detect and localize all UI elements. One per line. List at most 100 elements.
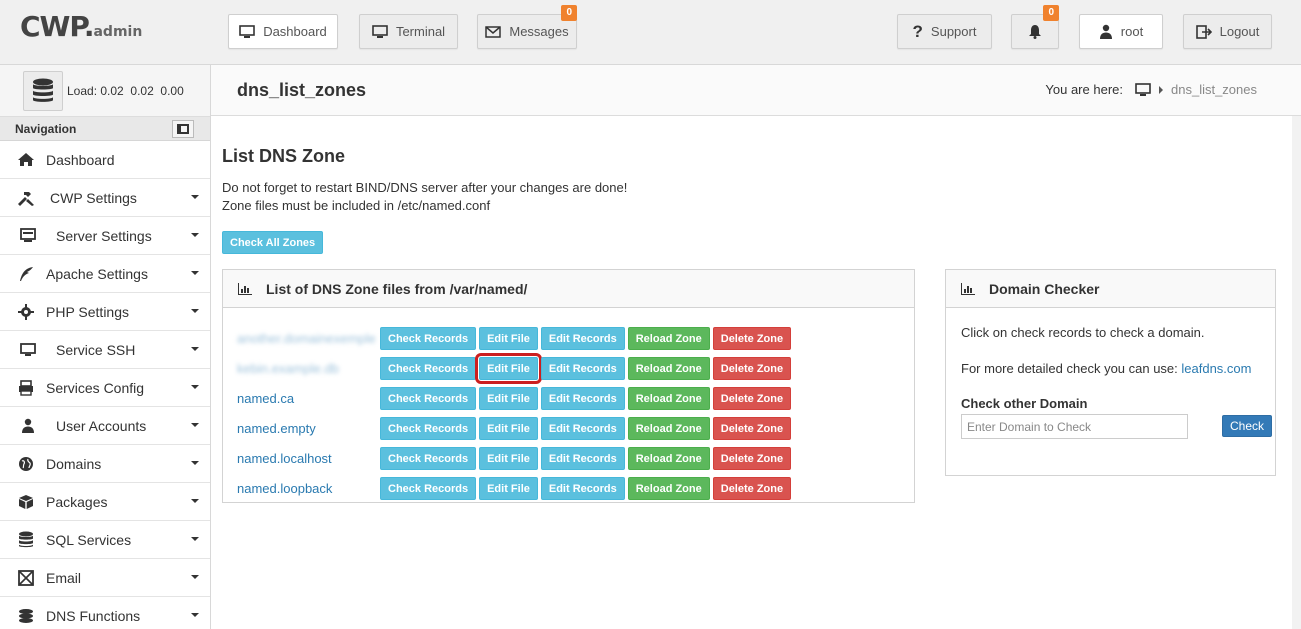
edit-records-button[interactable]: Edit Records: [540, 447, 625, 470]
delete-zone-button[interactable]: Delete Zone: [712, 477, 792, 500]
zone-name-link[interactable]: named.empty: [237, 421, 380, 436]
sidebar-item-label: CWP Settings: [50, 189, 137, 206]
edit-file-button[interactable]: Edit File: [479, 387, 538, 410]
check-records-button[interactable]: Check Records: [380, 327, 477, 350]
box-icon: [14, 494, 38, 510]
support-button[interactable]: ? Support: [897, 14, 992, 49]
chevron-down-icon: [191, 385, 199, 389]
chevron-down-icon: [191, 309, 199, 313]
zone-row: kebin.example.db Check Records Edit File…: [237, 353, 794, 384]
sidebar-item-dashboard[interactable]: Dashboard: [0, 141, 210, 179]
edit-records-button[interactable]: Edit Records: [540, 327, 625, 350]
sidebar-item-services-config[interactable]: Services Config: [0, 369, 210, 407]
terminal-button[interactable]: Terminal: [359, 14, 458, 49]
check-records-button[interactable]: Check Records: [380, 387, 477, 410]
home-icon: [14, 152, 38, 167]
chevron-down-icon: [191, 613, 199, 617]
check-records-button[interactable]: Check Records: [380, 357, 477, 380]
edit-file-button[interactable]: Edit File: [479, 447, 538, 470]
sidebar-item-domains[interactable]: Domains: [0, 445, 210, 483]
check-domain-button[interactable]: Check: [1222, 415, 1273, 437]
sidebar-item-apache-settings[interactable]: Apache Settings: [0, 255, 210, 293]
delete-zone-button[interactable]: Delete Zone: [712, 357, 792, 380]
sidebar-toggle-icon[interactable]: [172, 119, 194, 138]
reload-zone-button[interactable]: Reload Zone: [627, 477, 710, 500]
edit-file-button-highlighted[interactable]: Edit File: [475, 353, 542, 384]
logout-button[interactable]: Logout: [1183, 14, 1272, 49]
edit-records-button[interactable]: Edit Records: [540, 477, 625, 500]
check-domain-label: Check other Domain: [961, 396, 1088, 411]
breadcrumb-separator-icon: [1159, 85, 1163, 94]
delete-zone-button[interactable]: Delete Zone: [712, 417, 792, 440]
check-all-zones-button[interactable]: Check All Zones: [222, 231, 324, 254]
tools-icon: [14, 190, 38, 206]
sidebar-item-packages[interactable]: Packages: [0, 483, 210, 521]
edit-file-button[interactable]: Edit File: [479, 417, 538, 440]
sidebar-item-email[interactable]: Email: [0, 559, 210, 597]
database-icon: [14, 531, 38, 548]
zone-name-link[interactable]: kebin.example.db: [237, 361, 380, 376]
monitor-icon[interactable]: [1135, 82, 1151, 97]
logout-label: Logout: [1219, 24, 1260, 39]
reload-zone-button[interactable]: Reload Zone: [627, 417, 710, 440]
check-records-button[interactable]: Check Records: [380, 447, 477, 470]
monitor-icon: [372, 24, 388, 38]
chevron-down-icon: [191, 461, 199, 465]
sidebar-item-service-ssh[interactable]: Service SSH: [0, 331, 210, 369]
cwp-logo[interactable]: CWP.admin: [20, 10, 142, 43]
edit-file-button[interactable]: Edit File: [479, 477, 538, 500]
reload-zone-button[interactable]: Reload Zone: [627, 387, 710, 410]
messages-button[interactable]: Messages 0: [477, 5, 577, 49]
sidebar-item-cwp-settings[interactable]: CWP Settings: [0, 179, 210, 217]
edit-file-button[interactable]: Edit File: [479, 327, 538, 350]
sidebar-item-sql-services[interactable]: SQL Services: [0, 521, 210, 559]
navigation-title: Navigation: [15, 121, 77, 136]
zone-name-link[interactable]: named.localhost: [237, 451, 380, 466]
delete-zone-button[interactable]: Delete Zone: [712, 387, 792, 410]
leafdns-link[interactable]: leafdns.com: [1181, 361, 1251, 376]
stack-icon: [14, 608, 38, 624]
delete-zone-button[interactable]: Delete Zone: [712, 327, 792, 350]
sidebar-item-label: Email: [46, 569, 82, 586]
user-icon: [16, 418, 40, 433]
sidebar-item-server-settings[interactable]: Server Settings: [0, 217, 210, 255]
zone-name-link[interactable]: named.ca: [237, 391, 380, 406]
domain-check-input[interactable]: [961, 414, 1188, 439]
user-label: root: [1120, 24, 1144, 39]
reload-zone-button[interactable]: Reload Zone: [627, 357, 710, 380]
reload-zone-button[interactable]: Reload Zone: [627, 447, 710, 470]
chevron-down-icon: [191, 233, 199, 237]
notifications-count-badge: 0: [1043, 5, 1059, 21]
domain-checker-title: Domain Checker: [989, 280, 1100, 297]
sidebar-item-user-accounts[interactable]: User Accounts: [0, 407, 210, 445]
check-records-button[interactable]: Check Records: [380, 477, 477, 500]
zone-name-link[interactable]: named.loopback: [237, 481, 380, 496]
dashboard-button[interactable]: Dashboard: [228, 14, 338, 49]
edit-records-button[interactable]: Edit Records: [540, 387, 625, 410]
zone-name-link[interactable]: another.domainexemple: [237, 331, 380, 346]
delete-zone-button[interactable]: Delete Zone: [712, 447, 792, 470]
reload-zone-button[interactable]: Reload Zone: [627, 327, 710, 350]
monitor-icon: [16, 342, 40, 357]
messages-label: Messages: [509, 24, 569, 39]
bell-icon: [1029, 25, 1041, 39]
check-records-button[interactable]: Check Records: [380, 417, 477, 440]
sidebar-item-php-settings[interactable]: PHP Settings: [0, 293, 210, 331]
chevron-down-icon: [191, 347, 199, 351]
zone-row: another.domainexemple Check Records Edit…: [237, 327, 794, 350]
sidebar-item-label: DNS Functions: [46, 607, 141, 624]
notifications-button[interactable]: 0: [1011, 5, 1059, 49]
chevron-down-icon: [191, 575, 199, 579]
dashboard-label: Dashboard: [263, 24, 327, 39]
feather-icon: [14, 266, 38, 282]
zones-panel-header: List of DNS Zone files from /var/named/: [223, 270, 914, 308]
edit-records-button[interactable]: Edit Records: [540, 357, 625, 380]
include-note: Zone files must be included in /etc/name…: [222, 198, 491, 213]
user-menu-button[interactable]: root: [1079, 14, 1163, 49]
sidebar-item-label: Service SSH: [56, 341, 136, 358]
sidebar-item-label: Services Config: [46, 379, 145, 396]
sidebar-item-dns-functions[interactable]: DNS Functions: [0, 597, 210, 629]
database-icon[interactable]: [23, 70, 63, 111]
edit-records-button[interactable]: Edit Records: [540, 417, 625, 440]
page-scrollbar[interactable]: [1292, 116, 1301, 629]
